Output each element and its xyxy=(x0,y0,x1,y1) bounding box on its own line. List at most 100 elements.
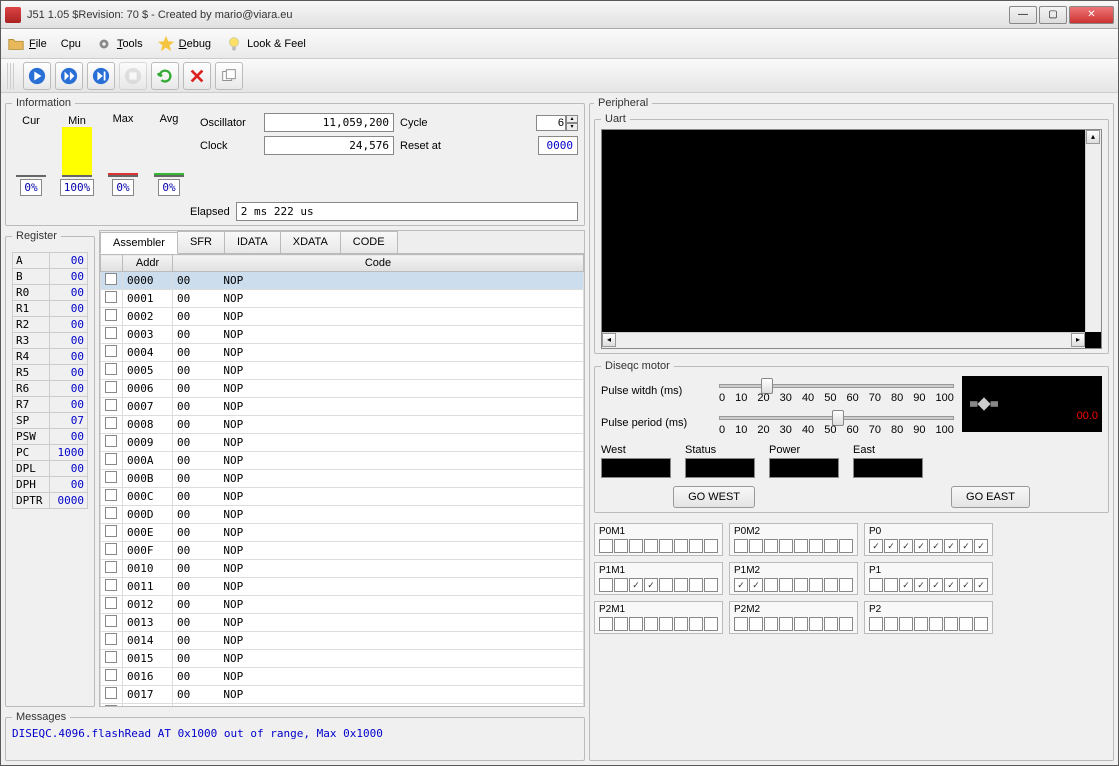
asm-row[interactable]: 001500 NOP xyxy=(101,650,584,668)
port-bit[interactable] xyxy=(914,578,928,592)
asm-row[interactable]: 000600 NOP xyxy=(101,380,584,398)
port-bit[interactable] xyxy=(734,578,748,592)
port-bit[interactable] xyxy=(839,578,853,592)
register-row[interactable]: B00 xyxy=(13,269,88,285)
clock-field[interactable] xyxy=(264,136,394,155)
close-button[interactable]: ✕ xyxy=(1069,6,1114,24)
register-row[interactable]: PSW00 xyxy=(13,429,88,445)
port-bit[interactable] xyxy=(749,617,763,631)
asm-row[interactable]: 000E00 NOP xyxy=(101,524,584,542)
menu-debug[interactable]: Debug xyxy=(157,35,211,53)
port-bit[interactable] xyxy=(929,617,943,631)
port-bit[interactable] xyxy=(824,539,838,553)
port-bit[interactable] xyxy=(599,578,613,592)
tab-xdata[interactable]: XDATA xyxy=(280,231,341,253)
port-bit[interactable] xyxy=(599,539,613,553)
reset-field[interactable] xyxy=(538,136,578,155)
port-bit[interactable] xyxy=(674,539,688,553)
port-bit[interactable] xyxy=(764,539,778,553)
port-bit[interactable] xyxy=(899,617,913,631)
tab-idata[interactable]: IDATA xyxy=(224,231,281,253)
register-row[interactable]: DPTR0000 xyxy=(13,493,88,509)
port-bit[interactable] xyxy=(629,539,643,553)
tab-code[interactable]: CODE xyxy=(340,231,398,253)
asm-row[interactable]: 000400 NOP xyxy=(101,344,584,362)
port-bit[interactable] xyxy=(884,539,898,553)
asm-row[interactable]: 000A00 NOP xyxy=(101,452,584,470)
assembler-table[interactable]: Addr Code 000000 NOP000100 NOP000200 NOP… xyxy=(100,254,584,706)
port-bit[interactable] xyxy=(974,617,988,631)
minimize-button[interactable]: — xyxy=(1009,6,1037,24)
register-row[interactable]: R500 xyxy=(13,365,88,381)
cycle-spinner[interactable]: ▴▾ xyxy=(536,115,578,131)
port-bit[interactable] xyxy=(599,617,613,631)
port-bit[interactable] xyxy=(974,578,988,592)
asm-row[interactable]: 000300 NOP xyxy=(101,326,584,344)
asm-row[interactable]: 000F00 NOP xyxy=(101,542,584,560)
asm-row[interactable]: 000900 NOP xyxy=(101,434,584,452)
asm-row[interactable]: 000D00 NOP xyxy=(101,506,584,524)
port-bit[interactable] xyxy=(779,539,793,553)
port-bit[interactable] xyxy=(779,617,793,631)
asm-row[interactable]: 001600 NOP xyxy=(101,668,584,686)
port-bit[interactable] xyxy=(734,617,748,631)
register-row[interactable]: R100 xyxy=(13,301,88,317)
port-bit[interactable] xyxy=(779,578,793,592)
port-bit[interactable] xyxy=(644,617,658,631)
port-bit[interactable] xyxy=(884,617,898,631)
menu-cpu[interactable]: Cpu xyxy=(61,38,81,50)
port-bit[interactable] xyxy=(869,578,883,592)
maximize-button[interactable]: ▢ xyxy=(1039,6,1067,24)
port-bit[interactable] xyxy=(869,617,883,631)
register-row[interactable]: R400 xyxy=(13,349,88,365)
port-bit[interactable] xyxy=(959,539,973,553)
asm-row[interactable]: 001200 NOP xyxy=(101,596,584,614)
port-bit[interactable] xyxy=(644,578,658,592)
port-bit[interactable] xyxy=(824,578,838,592)
port-bit[interactable] xyxy=(614,617,628,631)
port-bit[interactable] xyxy=(614,578,628,592)
port-bit[interactable] xyxy=(629,578,643,592)
uart-scrollbar-h[interactable]: ◂▸ xyxy=(602,332,1085,348)
port-bit[interactable] xyxy=(959,578,973,592)
port-bit[interactable] xyxy=(869,539,883,553)
oscillator-field[interactable] xyxy=(264,113,394,132)
port-bit[interactable] xyxy=(929,539,943,553)
port-bit[interactable] xyxy=(839,539,853,553)
step-over-button[interactable] xyxy=(55,62,83,90)
uart-scrollbar-v[interactable]: ▴ xyxy=(1085,130,1101,332)
menu-look-feel[interactable]: Look & Feel xyxy=(225,35,306,53)
port-bit[interactable] xyxy=(824,617,838,631)
port-bit[interactable] xyxy=(659,617,673,631)
port-bit[interactable] xyxy=(809,578,823,592)
delete-button[interactable] xyxy=(183,62,211,90)
tab-assembler[interactable]: Assembler xyxy=(100,232,178,254)
asm-row[interactable]: 000800 NOP xyxy=(101,416,584,434)
menu-file[interactable]: File xyxy=(7,35,47,53)
window-button[interactable] xyxy=(215,62,243,90)
asm-row[interactable]: 001300 NOP xyxy=(101,614,584,632)
port-bit[interactable] xyxy=(884,578,898,592)
port-bit[interactable] xyxy=(614,539,628,553)
port-bit[interactable] xyxy=(659,539,673,553)
port-bit[interactable] xyxy=(899,539,913,553)
asm-row[interactable]: 000100 NOP xyxy=(101,290,584,308)
asm-row[interactable]: 000000 NOP xyxy=(101,272,584,290)
port-bit[interactable] xyxy=(629,617,643,631)
port-bit[interactable] xyxy=(914,539,928,553)
port-bit[interactable] xyxy=(689,578,703,592)
register-row[interactable]: A00 xyxy=(13,253,88,269)
port-bit[interactable] xyxy=(659,578,673,592)
port-bit[interactable] xyxy=(674,617,688,631)
register-row[interactable]: R700 xyxy=(13,397,88,413)
port-bit[interactable] xyxy=(839,617,853,631)
port-bit[interactable] xyxy=(749,578,763,592)
port-bit[interactable] xyxy=(674,578,688,592)
port-bit[interactable] xyxy=(704,539,718,553)
register-row[interactable]: R200 xyxy=(13,317,88,333)
port-bit[interactable] xyxy=(914,617,928,631)
menu-tools[interactable]: Tools xyxy=(95,35,143,53)
port-bit[interactable] xyxy=(899,578,913,592)
port-bit[interactable] xyxy=(929,578,943,592)
asm-row[interactable]: 000B00 NOP xyxy=(101,470,584,488)
